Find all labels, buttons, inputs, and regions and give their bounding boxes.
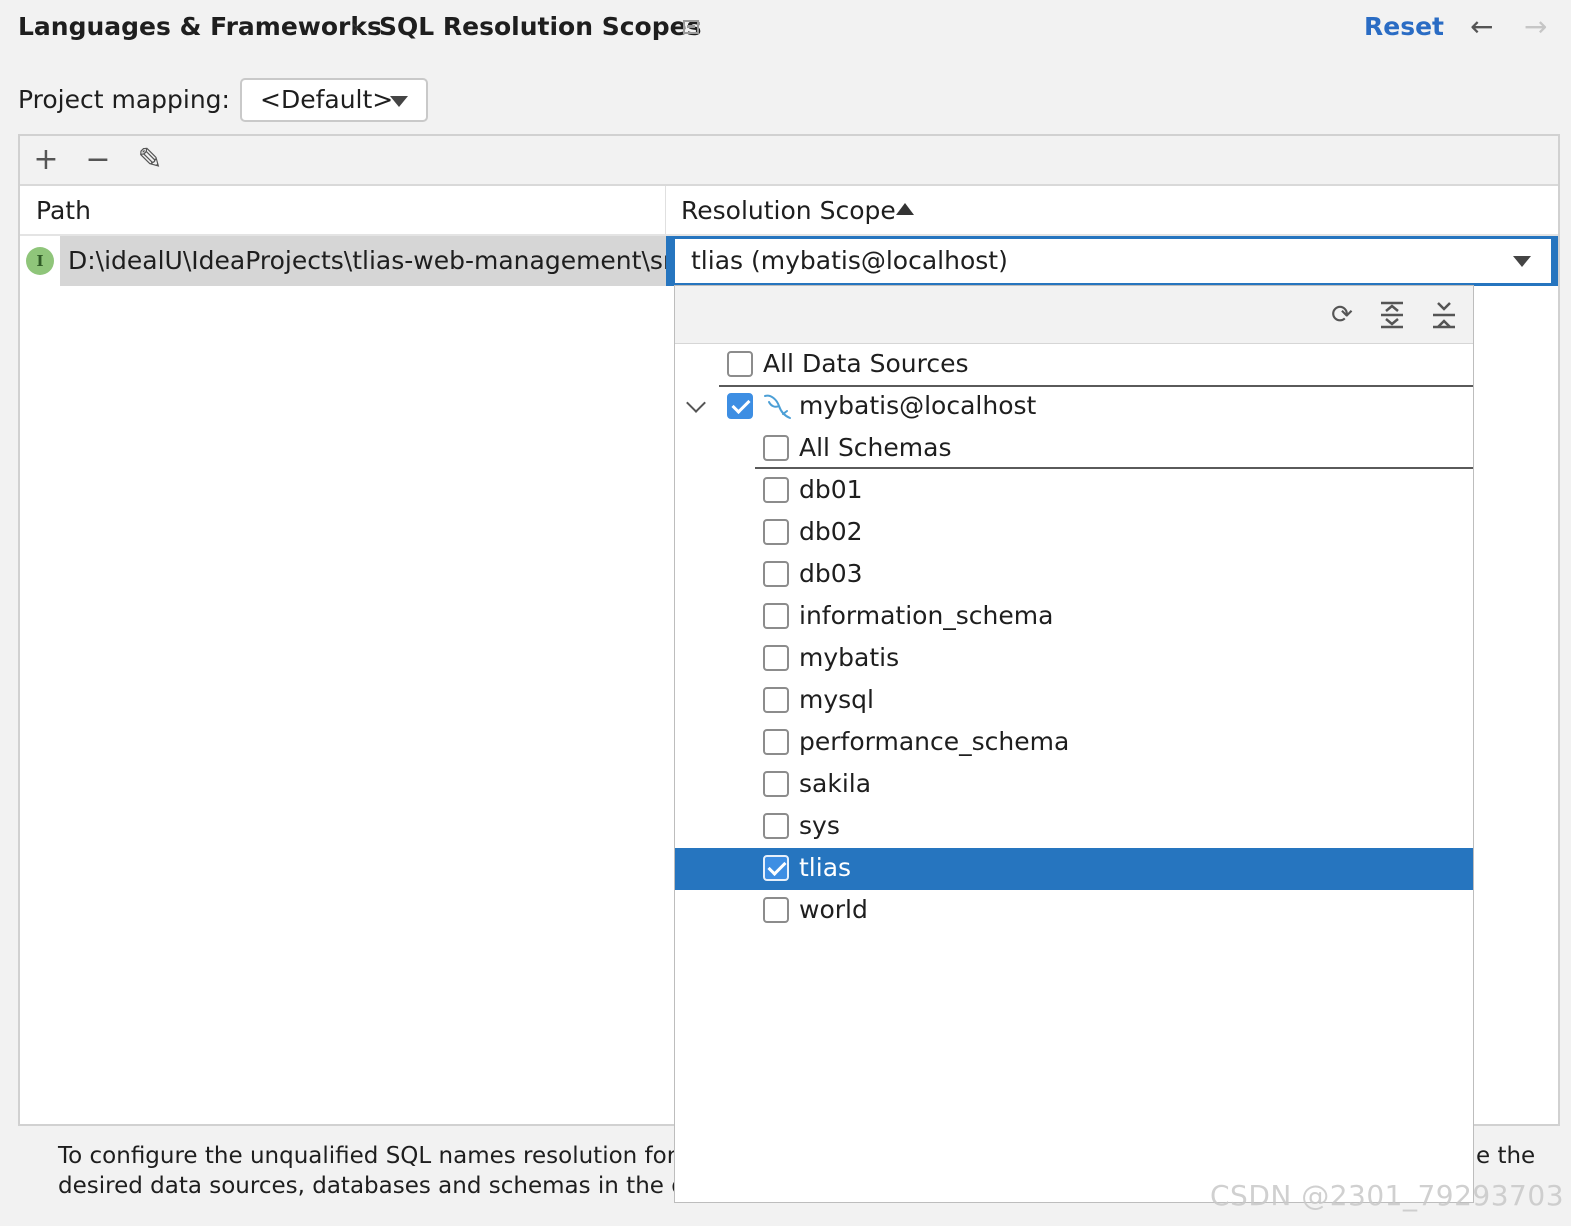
collapse-all-icon[interactable] — [1427, 298, 1461, 332]
refresh-icon[interactable]: ⟳ — [1325, 298, 1359, 332]
tree-item-label: mybatis@localhost — [799, 391, 1037, 420]
tree-item-schema-selected[interactable]: tlias — [675, 848, 1473, 890]
column-divider[interactable] — [665, 186, 666, 234]
watermark-text: CSDN @2301_79293703 — [1210, 1179, 1565, 1212]
column-header-path[interactable]: Path — [36, 194, 91, 228]
tree-item-all-schemas[interactable]: All Schemas — [675, 428, 1473, 470]
all-data-sources-checkbox[interactable] — [727, 351, 753, 377]
schema-checkbox[interactable] — [763, 519, 789, 545]
schema-checkbox[interactable] — [763, 729, 789, 755]
schema-checkbox[interactable] — [763, 855, 789, 881]
breadcrumb-chevron-icon: › — [350, 12, 360, 41]
tree-item-data-source[interactable]: mybatis@localhost — [675, 386, 1473, 428]
hint-text-line-1: To configure the unqualified SQL names r… — [58, 1143, 720, 1169]
reset-link[interactable]: Reset — [1364, 10, 1444, 44]
schema-label: performance_schema — [799, 727, 1070, 756]
schema-label: sakila — [799, 769, 872, 798]
path-cell[interactable]: D:\idealU\IdeaProjects\tlias-web-managem… — [68, 236, 666, 286]
tree-item-schema[interactable]: db03 — [675, 554, 1473, 596]
schema-label: tlias — [799, 853, 852, 882]
schema-label: mysql — [799, 685, 874, 714]
schema-checkbox[interactable] — [763, 477, 789, 503]
tree-item-schema[interactable]: mysql — [675, 680, 1473, 722]
column-header-resolution-scope[interactable]: Resolution Scope — [681, 194, 896, 228]
scope-chooser-popup: ⟳ All Data Sources mybatis@localhost All… — [674, 285, 1474, 1203]
mysql-dolphin-icon — [764, 394, 791, 419]
resolution-scope-value: tlias (mybatis@localhost) — [691, 246, 1008, 275]
tree-item-schema[interactable]: performance_schema — [675, 722, 1473, 764]
schema-checkbox[interactable] — [763, 645, 789, 671]
schema-checkbox[interactable] — [763, 771, 789, 797]
popup-toolbar: ⟳ — [675, 286, 1473, 344]
schema-label: db01 — [799, 475, 863, 504]
add-icon[interactable]: + — [28, 142, 64, 178]
resources-folder-icon: I — [26, 247, 54, 275]
separator — [755, 467, 1473, 469]
remove-icon[interactable]: − — [80, 142, 116, 178]
page-title: SQL Resolution Scopes — [379, 12, 702, 41]
tree-item-schema[interactable]: sys — [675, 806, 1473, 848]
project-mapping-label: Project mapping: — [18, 85, 230, 114]
project-mapping-dropdown[interactable]: <Default> — [240, 78, 428, 122]
tree-item-schema[interactable]: world — [675, 890, 1473, 932]
schema-checkbox[interactable] — [763, 687, 789, 713]
expand-all-icon[interactable] — [1375, 298, 1409, 332]
tree-item-schema[interactable]: db02 — [675, 512, 1473, 554]
schema-label: db03 — [799, 559, 863, 588]
back-arrow-icon[interactable]: ← — [1470, 10, 1493, 44]
schema-checkbox[interactable] — [763, 603, 789, 629]
hint-text-line-2: desired data sources, databases and sche… — [58, 1173, 744, 1199]
sort-ascending-icon[interactable] — [896, 203, 914, 215]
hint-text-tail: e the — [1476, 1143, 1536, 1169]
tree-item-schema[interactable]: sakila — [675, 764, 1473, 806]
schema-checkbox[interactable] — [763, 561, 789, 587]
schema-label: db02 — [799, 517, 863, 546]
schema-checkbox[interactable] — [763, 897, 789, 923]
table-toolbar — [20, 136, 1558, 186]
forward-arrow-icon[interactable]: → — [1524, 10, 1547, 44]
tree-item-all-data-sources[interactable]: All Data Sources — [675, 344, 1473, 386]
tree-item-schema[interactable]: db01 — [675, 470, 1473, 512]
data-source-checkbox[interactable] — [727, 393, 753, 419]
tree-item-schema[interactable]: information_schema — [675, 596, 1473, 638]
tree-item-label: All Data Sources — [763, 349, 969, 378]
path-value: D:\idealU\IdeaProjects\tlias-web-managem… — [68, 246, 666, 275]
all-schemas-checkbox[interactable] — [763, 435, 789, 461]
chevron-down-icon — [390, 96, 408, 107]
tree-item-label: All Schemas — [799, 433, 952, 462]
schema-label: world — [799, 895, 868, 924]
chevron-down-icon[interactable] — [686, 393, 706, 413]
schema-checkbox[interactable] — [763, 813, 789, 839]
breadcrumb-languages-frameworks[interactable]: Languages & Frameworks — [18, 10, 382, 44]
project-mapping-value: <Default> — [260, 85, 394, 114]
schema-label: information_schema — [799, 601, 1054, 630]
edit-pencil-icon[interactable]: ✎ — [132, 142, 168, 178]
schema-label: sys — [799, 811, 840, 840]
tree-item-schema[interactable]: mybatis — [675, 638, 1473, 680]
schema-label: mybatis — [799, 643, 900, 672]
project-level-icon — [683, 20, 699, 34]
chevron-down-icon[interactable] — [1513, 256, 1531, 267]
